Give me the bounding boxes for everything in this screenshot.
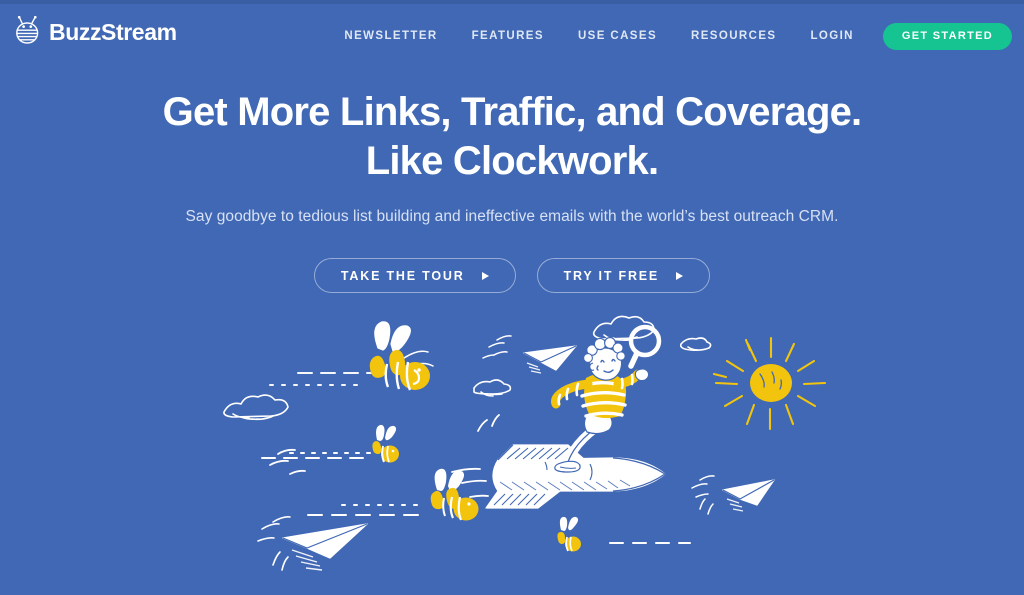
headline-line-2: Like Clockwork.	[365, 139, 659, 183]
nav-item-login[interactable]: LOGIN	[793, 22, 870, 50]
paper-plane-right	[691, 475, 775, 515]
take-the-tour-label: TAKE THE TOUR	[340, 268, 465, 283]
page-title: Get More Links, Traffic, and Coverage. L…	[0, 92, 1024, 181]
nav-item-resources[interactable]: RESOURCES	[674, 22, 793, 50]
cloud-tiny-right	[679, 337, 712, 352]
try-it-free-label: TRY IT FREE	[563, 268, 660, 283]
hero-cta-group: TAKE THE TOUR TRY IT FREE	[0, 258, 1024, 293]
nav-item-use-cases[interactable]: USE CASES	[561, 22, 674, 50]
play-triangle-icon	[481, 271, 489, 280]
paper-plane-upper	[482, 335, 577, 374]
nav-item-features[interactable]: FEATURES	[455, 22, 561, 50]
get-started-button[interactable]: GET STARTED	[882, 22, 1012, 50]
landing-page: BuzzStream NEWSLETTER FEATURES USE CASES…	[0, 0, 1024, 595]
sun	[712, 336, 827, 431]
magnifying-glass	[628, 324, 662, 369]
play-triangle-icon	[676, 271, 684, 280]
brand-logo[interactable]: BuzzStream	[14, 16, 177, 48]
cloud-left	[223, 394, 289, 421]
paper-plane-lower-left	[257, 516, 368, 571]
hero-illustration	[0, 300, 1024, 595]
bee-tiny-right	[557, 516, 581, 552]
nav-item-newsletter[interactable]: NEWSLETTER	[327, 22, 454, 50]
headline-line-1: Get More Links, Traffic, and Coverage.	[162, 90, 862, 134]
bee-small-middle	[372, 424, 399, 463]
cloud-small	[473, 379, 512, 397]
bee-large-left	[369, 321, 434, 391]
speed-ticks-left	[269, 448, 306, 475]
hero-subheadline: Say goodbye to tedious list building and…	[185, 208, 839, 225]
try-it-free-button[interactable]: TRY IT FREE	[536, 258, 711, 293]
take-the-tour-button[interactable]: TAKE THE TOUR	[313, 258, 516, 293]
main-navigation: NEWSLETTER FEATURES USE CASES RESOURCES …	[327, 22, 1012, 50]
bee-icon	[16, 16, 39, 44]
brand-name: BuzzStream	[49, 18, 177, 45]
site-header: BuzzStream NEWSLETTER FEATURES USE CASES…	[0, 4, 1024, 68]
plane-speed-lines	[482, 335, 512, 359]
hero-section: Get More Links, Traffic, and Coverage. L…	[0, 92, 1024, 293]
bee-medium-lower	[430, 468, 479, 521]
boy-shirt	[551, 369, 643, 419]
